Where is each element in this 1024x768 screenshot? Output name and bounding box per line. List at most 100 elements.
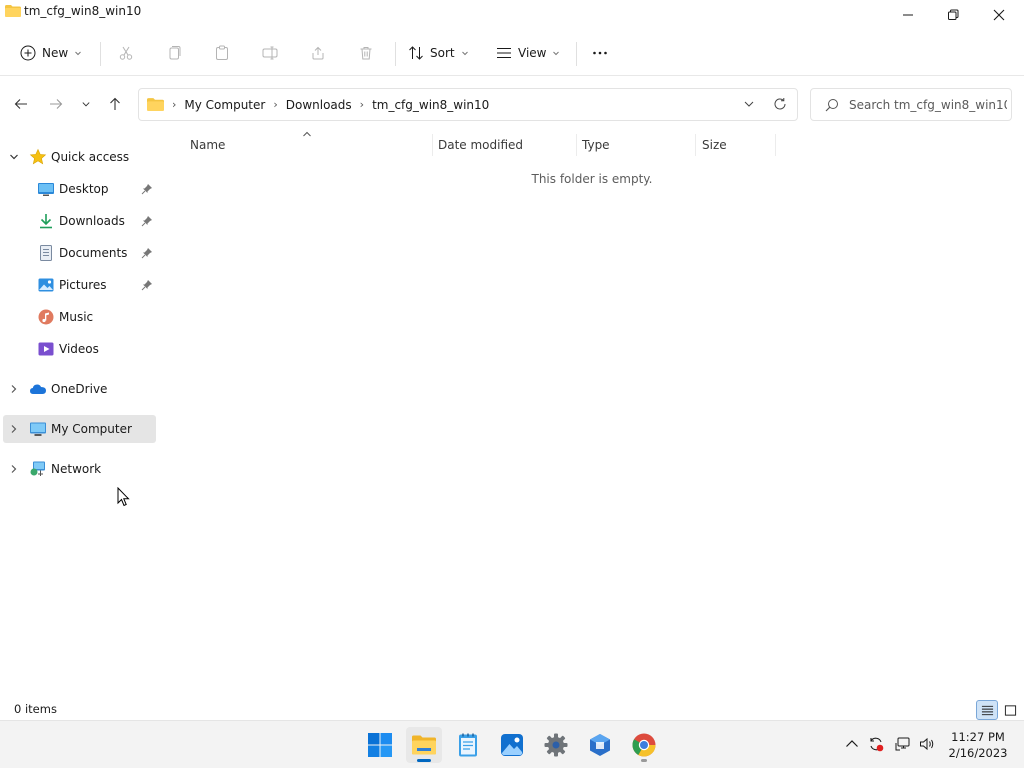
more-options-button[interactable] xyxy=(592,38,608,68)
network-status-button[interactable] xyxy=(894,735,912,753)
notepad-icon xyxy=(459,733,477,757)
large-icons-view-button[interactable] xyxy=(999,700,1021,720)
sidebar-item-label: Pictures xyxy=(59,278,107,292)
forward-button[interactable] xyxy=(46,94,66,114)
sidebar-item-music[interactable]: Music xyxy=(3,303,156,331)
address-bar[interactable]: › My Computer › Downloads › tm_cfg_win8_… xyxy=(138,88,798,121)
details-view-button[interactable] xyxy=(976,700,998,720)
breadcrumb-item[interactable]: tm_cfg_win8_win10 xyxy=(372,98,489,112)
chevron-right-icon[interactable] xyxy=(9,464,19,474)
column-header-date-modified[interactable]: Date modified xyxy=(438,130,523,160)
minimize-button[interactable] xyxy=(885,0,931,30)
plus-circle-icon xyxy=(20,45,36,61)
new-button[interactable]: New xyxy=(20,38,82,68)
mouse-cursor-icon xyxy=(117,487,130,507)
show-hidden-icons-button[interactable] xyxy=(843,735,861,753)
start-button[interactable] xyxy=(362,727,398,763)
pin-icon[interactable] xyxy=(141,247,153,259)
share-button[interactable] xyxy=(310,38,326,68)
recent-locations-button[interactable] xyxy=(78,94,94,114)
music-icon xyxy=(38,309,54,325)
column-divider[interactable] xyxy=(775,134,776,156)
column-divider[interactable] xyxy=(432,134,433,156)
list-view-icon xyxy=(497,48,511,58)
toolbar-divider xyxy=(395,42,396,66)
taskbar-clock[interactable]: 11:27 PM 2/16/2023 xyxy=(944,729,1012,761)
tree-item-quick-access[interactable]: Quick access xyxy=(3,143,156,171)
restore-icon xyxy=(948,9,959,20)
close-icon xyxy=(993,9,1005,21)
view-button[interactable]: View xyxy=(496,38,560,68)
toolbar-divider xyxy=(100,42,101,66)
address-history-chevron-icon[interactable] xyxy=(743,98,755,110)
sidebar-item-label: Downloads xyxy=(59,214,125,228)
taskbar-notepad[interactable] xyxy=(450,727,486,763)
rename-button[interactable] xyxy=(262,38,278,68)
tree-item-onedrive[interactable]: OneDrive xyxy=(3,375,156,403)
refresh-icon[interactable] xyxy=(773,97,787,111)
delete-button[interactable] xyxy=(358,38,374,68)
status-bar: 0 items xyxy=(0,700,1024,720)
close-button[interactable] xyxy=(976,0,1022,30)
search-input[interactable] xyxy=(849,95,1007,115)
sidebar-item-label: Documents xyxy=(59,246,128,260)
running-indicator xyxy=(641,759,647,762)
chevron-right-icon[interactable] xyxy=(9,424,19,434)
sidebar-item-documents[interactable]: Documents xyxy=(3,239,156,267)
sort-icon xyxy=(409,46,423,60)
new-label: New xyxy=(42,46,69,60)
copy-button[interactable] xyxy=(166,38,182,68)
tree-item-my-computer[interactable]: My Computer xyxy=(3,415,156,443)
navigation-row: › My Computer › Downloads › tm_cfg_win8_… xyxy=(0,77,1024,129)
chevron-down-icon xyxy=(82,102,90,107)
taskbar-settings[interactable] xyxy=(538,727,574,763)
sort-button[interactable]: Sort xyxy=(408,38,469,68)
cut-icon xyxy=(119,46,133,60)
back-button[interactable] xyxy=(11,94,31,114)
sync-status-button[interactable] xyxy=(867,735,885,753)
search-box[interactable] xyxy=(810,88,1012,121)
clock-time: 11:27 PM xyxy=(951,730,1005,744)
chrome-icon xyxy=(632,733,656,757)
search-icon xyxy=(825,99,838,112)
sync-alert-icon xyxy=(870,737,884,752)
column-header-name[interactable]: Name xyxy=(190,130,225,160)
sidebar-item-downloads[interactable]: Downloads xyxy=(3,207,156,235)
start-icon xyxy=(368,733,392,757)
restore-button[interactable] xyxy=(930,0,976,30)
chevron-down-icon[interactable] xyxy=(9,152,19,162)
column-divider[interactable] xyxy=(576,134,577,156)
clock-date: 2/16/2023 xyxy=(948,746,1008,760)
sidebar-item-videos[interactable]: Videos xyxy=(3,335,156,363)
computer-icon xyxy=(30,422,46,436)
cut-button[interactable] xyxy=(118,38,134,68)
breadcrumb-separator: › xyxy=(273,98,278,111)
sidebar-item-pictures[interactable]: Pictures xyxy=(3,271,156,299)
paste-button[interactable] xyxy=(214,38,230,68)
empty-folder-message: This folder is empty. xyxy=(531,172,653,186)
breadcrumb: › My Computer › Downloads › tm_cfg_win8_… xyxy=(147,89,489,120)
taskbar-chrome[interactable] xyxy=(626,727,662,763)
pin-icon[interactable] xyxy=(141,215,153,227)
view-label: View xyxy=(518,46,547,60)
more-icon xyxy=(593,51,607,55)
chevron-right-icon[interactable] xyxy=(9,384,19,394)
up-button[interactable] xyxy=(105,94,125,114)
column-header-size[interactable]: Size xyxy=(702,130,727,160)
sidebar-item-label: Music xyxy=(59,310,94,324)
breadcrumb-item[interactable]: My Computer xyxy=(184,98,265,112)
item-count: 0 items xyxy=(14,702,57,716)
pin-icon[interactable] xyxy=(141,279,153,291)
paste-icon xyxy=(216,45,228,60)
share-icon xyxy=(312,46,324,60)
volume-button[interactable] xyxy=(918,735,936,753)
taskbar-file-explorer[interactable] xyxy=(406,727,442,763)
taskbar-app[interactable] xyxy=(582,727,618,763)
sort-ascending-icon xyxy=(303,131,311,137)
column-divider[interactable] xyxy=(695,134,696,156)
taskbar-photos[interactable] xyxy=(494,727,530,763)
breadcrumb-item[interactable]: Downloads xyxy=(286,98,352,112)
tree-item-network[interactable]: Network xyxy=(3,455,156,483)
column-header-type[interactable]: Type xyxy=(582,130,610,160)
large-icons-view-icon xyxy=(1004,704,1016,716)
